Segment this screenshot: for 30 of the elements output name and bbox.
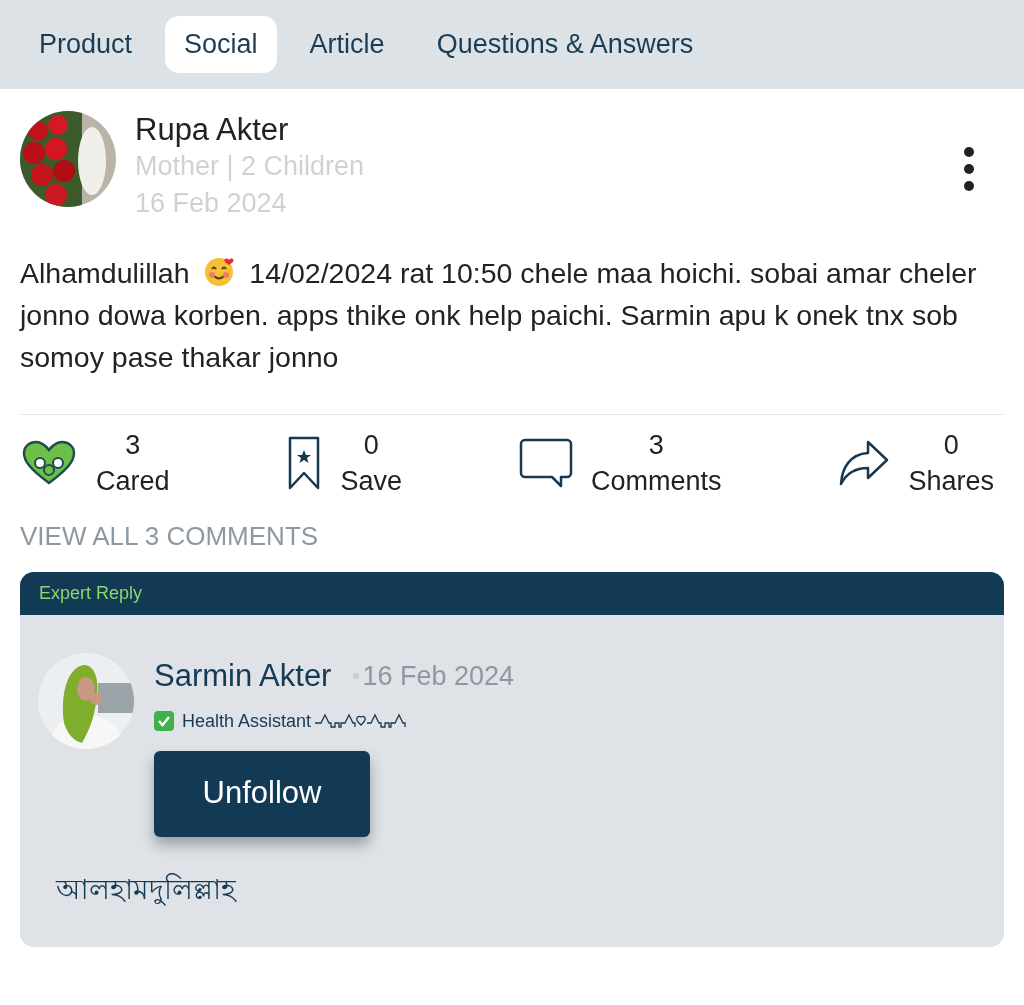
- tab[interactable]: Article: [290, 16, 404, 73]
- post-text: Alhamdulillah 14/02/2024 rat 10:50 chele maa hoichi. sobai amar cheler jonno dowa korben. apps thike onk help paichi. Sarmin apu k onek tnx sob somoy pase thakar jonno: [20, 255, 978, 375]
- stat-count: 3: [125, 429, 141, 462]
- heart-people-icon: [20, 439, 78, 487]
- stat-label: Comments: [590, 465, 722, 498]
- check-icon: [154, 711, 174, 731]
- stat-label: Shares: [908, 465, 994, 498]
- stat-label: Save: [340, 465, 403, 498]
- tab[interactable]: Product: [20, 16, 152, 73]
- stat-count: 3: [648, 429, 664, 462]
- stat-button[interactable]: 3 Comments: [518, 427, 722, 499]
- smiling-face-icon: [203, 256, 236, 288]
- reply-text: আলহামদুলিল্লাহ: [56, 871, 238, 908]
- more-options-icon[interactable]: [964, 147, 974, 191]
- reply-date: 16 Feb 2024: [362, 660, 515, 693]
- stat-label: Cared: [96, 465, 170, 498]
- unfollow-button[interactable]: Unfollow: [154, 750, 370, 837]
- expert-name: Sarmin Akter: [154, 657, 332, 695]
- stat-button[interactable]: 0 Shares: [838, 427, 994, 499]
- expert-reply-label: Expert Reply: [39, 582, 143, 605]
- stat-count: 0: [363, 429, 379, 462]
- tab[interactable]: Questions & Answers: [417, 16, 713, 73]
- author-name: Rupa Akter: [135, 111, 290, 148]
- share-arrow-icon: [838, 438, 891, 488]
- stat-button[interactable]: 0 Save: [286, 427, 403, 499]
- stat-count: 0: [943, 429, 959, 462]
- tab[interactable]: Social: [165, 16, 277, 73]
- stat-button[interactable]: 3 Cared: [20, 427, 170, 499]
- expert-role: Health Assistant: [182, 709, 312, 733]
- speech-bubble-icon: [518, 437, 573, 489]
